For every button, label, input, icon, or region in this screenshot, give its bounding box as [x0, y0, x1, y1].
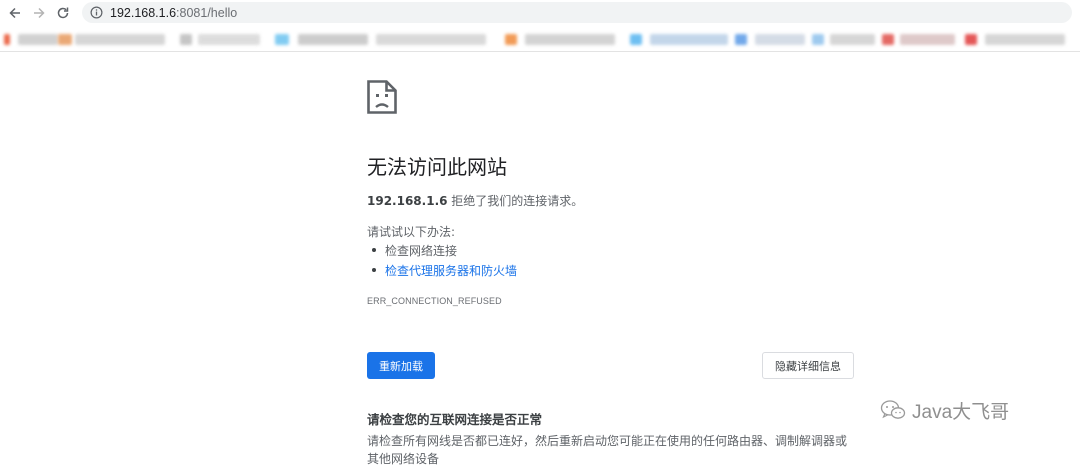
bookmark-item[interactable] [298, 34, 368, 45]
bookmark-item[interactable] [830, 34, 875, 45]
suggestions-label: 请试试以下办法: [367, 225, 456, 239]
details-title: 请检查您的互联网连接是否正常 [367, 412, 543, 427]
reload-icon [57, 7, 69, 19]
address-bar[interactable]: 192.168.1.6:8081/hello [82, 2, 1072, 23]
error-host: 192.168.1.6 [367, 194, 448, 208]
error-summary-text: 拒绝了我们的连接请求。 [447, 194, 584, 208]
bookmark-item[interactable] [275, 34, 289, 45]
suggestion-check-network: 检查网络连接 [371, 244, 458, 258]
hide-details-button[interactable]: 隐藏详细信息 [762, 352, 854, 379]
bookmark-item[interactable] [4, 34, 10, 45]
details-body-continued: 其他网络设备 [367, 452, 440, 466]
bookmark-item[interactable] [882, 34, 894, 45]
bookmark-item[interactable] [505, 34, 517, 45]
bookmark-item[interactable] [965, 34, 977, 45]
error-summary: 192.168.1.6 拒绝了我们的连接请求。 [367, 192, 583, 209]
bookmark-item[interactable] [755, 34, 805, 45]
bookmark-item[interactable] [18, 34, 58, 45]
url-host: 192.168.1.6 [110, 5, 177, 20]
bookmark-item[interactable] [735, 34, 747, 45]
reload-page-button[interactable]: 重新加载 [367, 352, 435, 379]
sad-page-icon [367, 80, 397, 114]
suggestion-check-proxy-link[interactable]: 检查代理服务器和防火墙 [371, 262, 517, 279]
back-button[interactable] [4, 3, 26, 23]
bookmarks-bar [0, 28, 1080, 52]
url-path: :8081/hello [176, 5, 238, 20]
wechat-icon [880, 400, 906, 419]
forward-arrow-icon [34, 7, 45, 19]
watermark: Java大飞哥 [880, 395, 1009, 425]
bookmark-item[interactable] [58, 34, 72, 45]
bookmark-item[interactable] [650, 34, 728, 45]
back-arrow-icon [9, 7, 20, 19]
bookmark-item[interactable] [812, 34, 824, 45]
bookmark-item[interactable] [198, 34, 260, 45]
watermark-text: Java大飞哥 [912, 401, 1010, 423]
error-code: ERR_CONNECTION_REFUSED [367, 296, 502, 306]
info-icon[interactable] [90, 6, 104, 20]
bookmark-item[interactable] [630, 34, 642, 45]
browser-toolbar: 192.168.1.6:8081/hello [0, 0, 1080, 26]
reload-button[interactable] [52, 3, 74, 23]
bookmark-item[interactable] [180, 34, 192, 45]
bookmark-item[interactable] [985, 34, 1065, 45]
forward-button[interactable] [28, 3, 50, 23]
bookmark-item[interactable] [376, 34, 486, 45]
bookmark-item[interactable] [525, 34, 615, 45]
bookmark-item[interactable] [75, 34, 165, 45]
bookmark-item[interactable] [900, 34, 955, 45]
details-body: 请检查所有网线是否都已连好，然后重新启动您可能正在使用的任何路由器、调制解调器或 [367, 434, 848, 448]
error-title: 无法访问此网站 [367, 155, 507, 179]
